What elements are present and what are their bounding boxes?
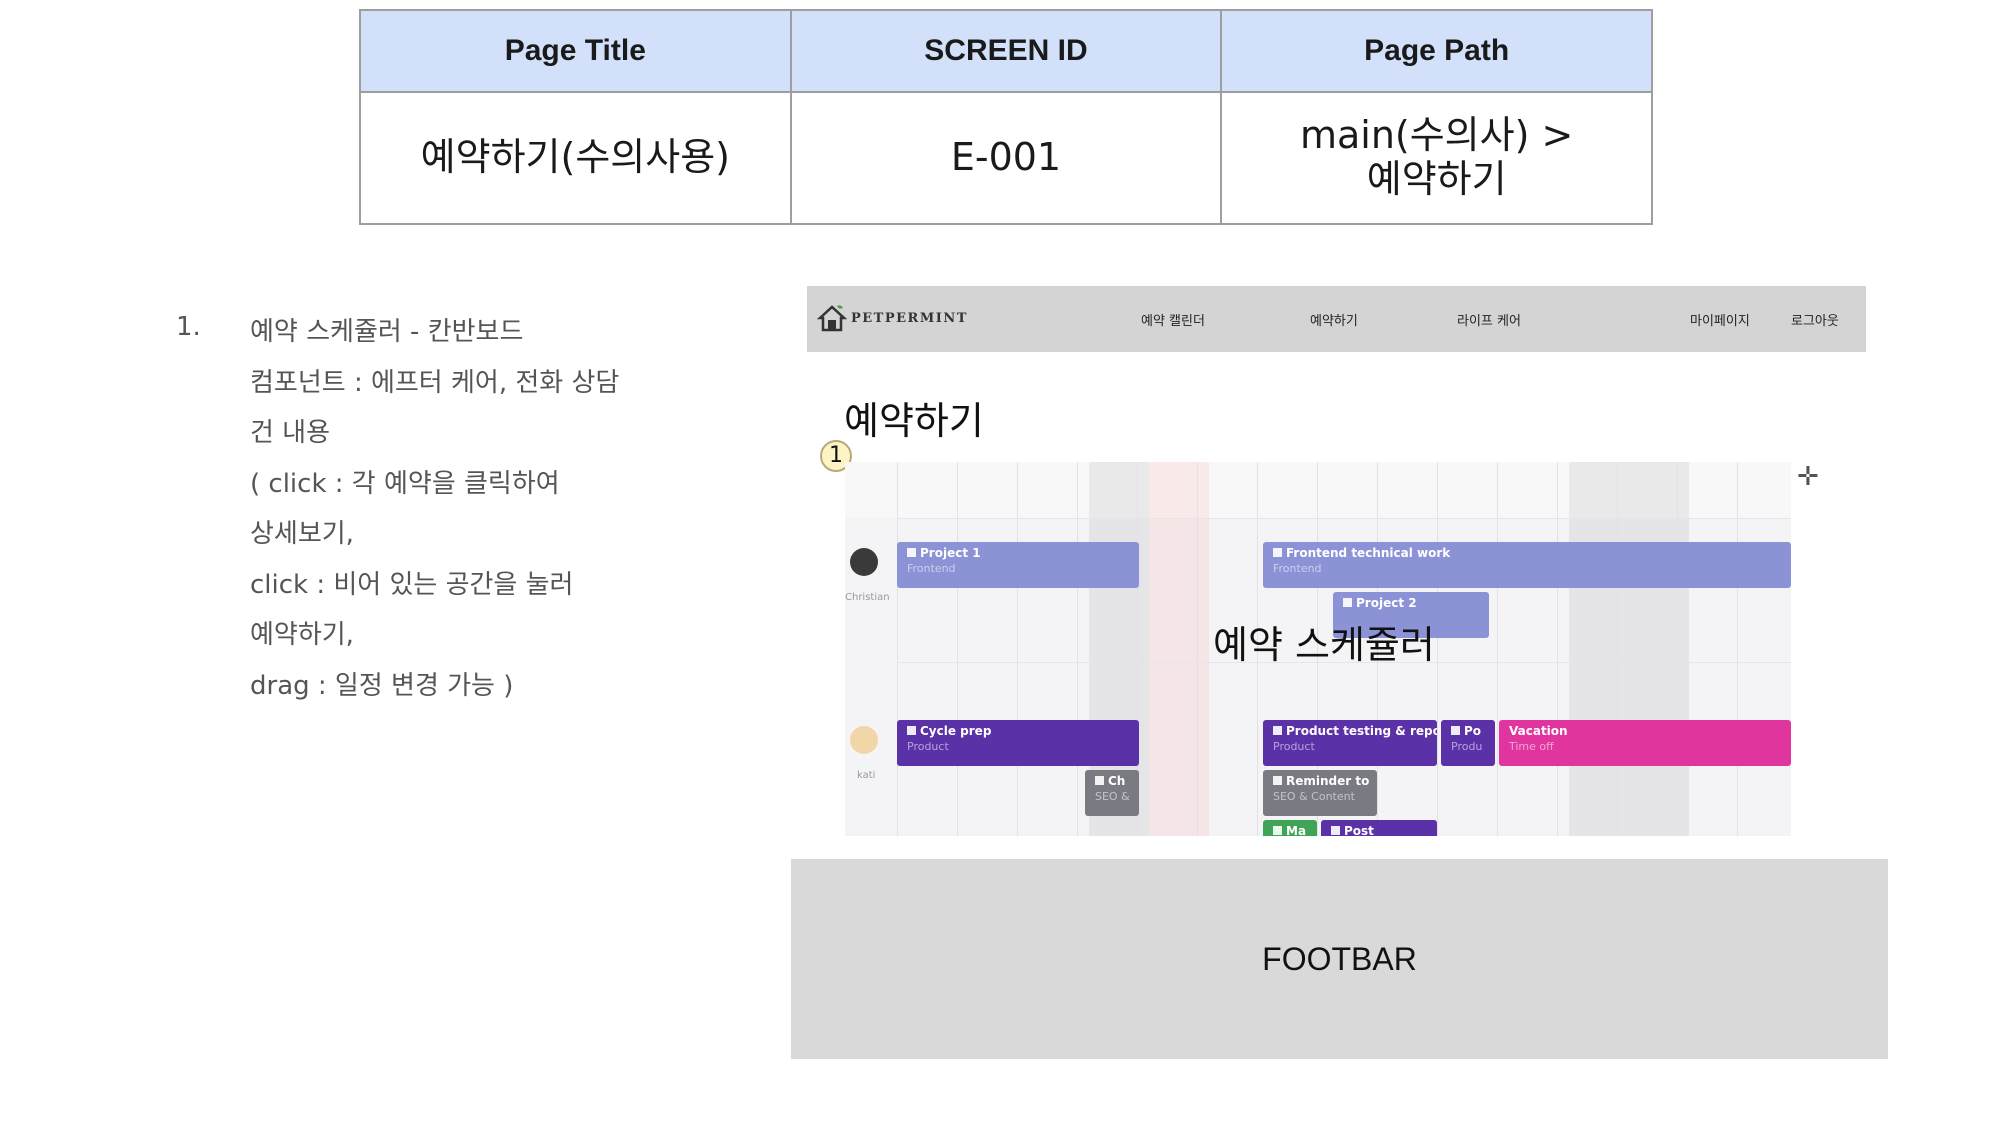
- header-screen-id: SCREEN ID: [789, 9, 1223, 93]
- nav-logout[interactable]: 로그아웃: [1791, 310, 1839, 329]
- logo-text: PETPERMINT: [851, 310, 968, 326]
- description-number: 1.: [176, 312, 201, 342]
- screen-id-value: E-001: [789, 91, 1223, 225]
- description-line: click : 비어 있는 공간을 눌러: [250, 569, 574, 600]
- logo[interactable]: PETPERMINT: [817, 300, 968, 336]
- description-line: 예약하기,: [250, 620, 354, 650]
- description-line: 컴포넌트 : 에프터 케어, 전화 상담: [250, 367, 620, 398]
- add-icon[interactable]: ✛: [1797, 462, 1819, 492]
- description-line: 건 내용: [250, 418, 331, 448]
- nav-mypage[interactable]: 마이페이지: [1690, 310, 1750, 329]
- event-block[interactable]: Cycle prep Product: [897, 720, 1139, 766]
- event-block[interactable]: Frontend technical work Frontend: [1263, 542, 1791, 588]
- page-path-value: main(수의사) > 예약하기: [1220, 91, 1653, 225]
- header-page-title: Page Title: [359, 9, 792, 93]
- page-heading: 예약하기: [844, 399, 984, 443]
- description-line: drag : 일정 변경 가능 ): [250, 670, 514, 701]
- event-block[interactable]: Ma: [1263, 820, 1317, 836]
- avatar: [850, 726, 878, 754]
- page-title-value: 예약하기(수의사용): [359, 91, 792, 225]
- house-logo-icon: [817, 305, 847, 332]
- event-block[interactable]: Product testing & repo Product: [1263, 720, 1437, 766]
- nav-life-care[interactable]: 라이프 케어: [1457, 310, 1521, 329]
- header-page-path: Page Path: [1220, 9, 1653, 93]
- event-block[interactable]: Post: [1321, 820, 1437, 836]
- page-path-line1: main(수의사) >: [1299, 113, 1574, 158]
- description-line: ( click : 각 예약을 클릭하여: [250, 468, 560, 499]
- nav-make-reservation[interactable]: 예약하기: [1310, 310, 1358, 329]
- page-path-line2: 예약하기: [1366, 157, 1507, 201]
- footbar-label: FOOTBAR: [1262, 940, 1417, 977]
- description-line: 예약 스케쥴러 - 칸반보드: [250, 317, 524, 347]
- event-block[interactable]: Project 1 Frontend: [897, 542, 1139, 588]
- person-name: Christian: [845, 592, 890, 603]
- event-block[interactable]: Po Produ: [1441, 720, 1495, 766]
- event-block[interactable]: Reminder to SEO & Content: [1263, 770, 1377, 816]
- event-block[interactable]: Ch SEO &: [1085, 770, 1139, 816]
- mockup-navbar: PETPERMINT 예약 캘린더 예약하기 라이프 케어 마이페이지 로그아웃: [807, 286, 1866, 352]
- person-name: kati: [857, 770, 876, 781]
- scheduler-label: 예약 스케쥴러: [1213, 623, 1435, 667]
- description-line: 상세보기,: [250, 519, 354, 549]
- nav-reservation-calendar[interactable]: 예약 캘린더: [1141, 310, 1205, 329]
- screen-meta-table: Page Title SCREEN ID Page Path 예약하기(수의사용…: [359, 9, 1653, 225]
- avatar: [850, 548, 878, 576]
- event-block[interactable]: Vacation Time off: [1499, 720, 1791, 766]
- footbar: FOOTBAR: [791, 859, 1888, 1059]
- description-lines: 예약 스케쥴러 - 칸반보드 컴포넌트 : 에프터 케어, 전화 상담 건 내용…: [250, 312, 720, 716]
